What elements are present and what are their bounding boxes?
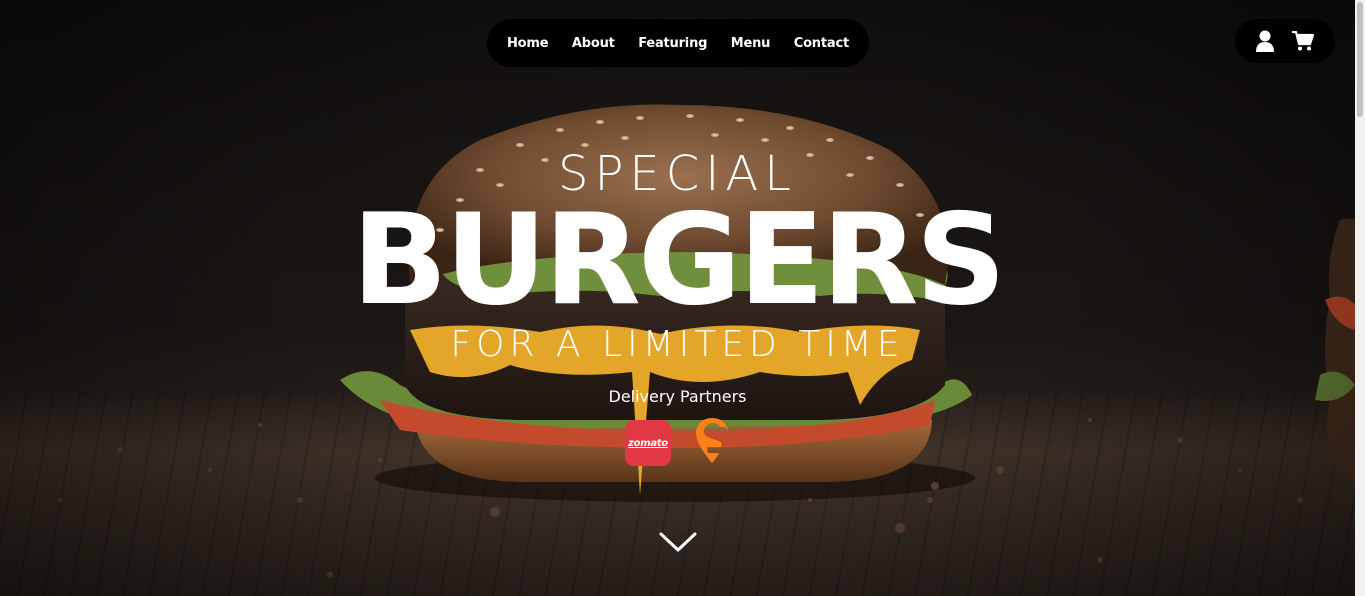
delivery-partners-label: Delivery Partners bbox=[608, 387, 747, 406]
main-nav: Home About Featuring Menu Contact bbox=[487, 19, 869, 67]
nav-item-home[interactable]: Home bbox=[507, 36, 549, 51]
zomato-label: zomato bbox=[628, 437, 668, 449]
user-icon[interactable] bbox=[1256, 30, 1274, 52]
swiggy-icon[interactable] bbox=[695, 417, 729, 470]
nav-item-menu[interactable]: Menu bbox=[731, 36, 771, 51]
zomato-logo[interactable]: zomato bbox=[625, 420, 671, 466]
delivery-partners: zomato bbox=[625, 417, 735, 470]
scrollbar-thumb[interactable] bbox=[1357, 2, 1363, 117]
page-scrollbar[interactable] bbox=[1355, 0, 1365, 596]
nav-item-about[interactable]: About bbox=[572, 36, 615, 51]
chevron-down-icon[interactable] bbox=[656, 528, 700, 556]
header-actions bbox=[1235, 19, 1335, 63]
nav-item-featuring[interactable]: Featuring bbox=[638, 36, 707, 51]
cart-icon[interactable] bbox=[1292, 31, 1314, 51]
hero-subtitle: FOR A LIMITED TIME bbox=[450, 324, 905, 365]
nav-item-contact[interactable]: Contact bbox=[794, 36, 849, 51]
hero-title: BURGERS bbox=[351, 186, 1007, 333]
